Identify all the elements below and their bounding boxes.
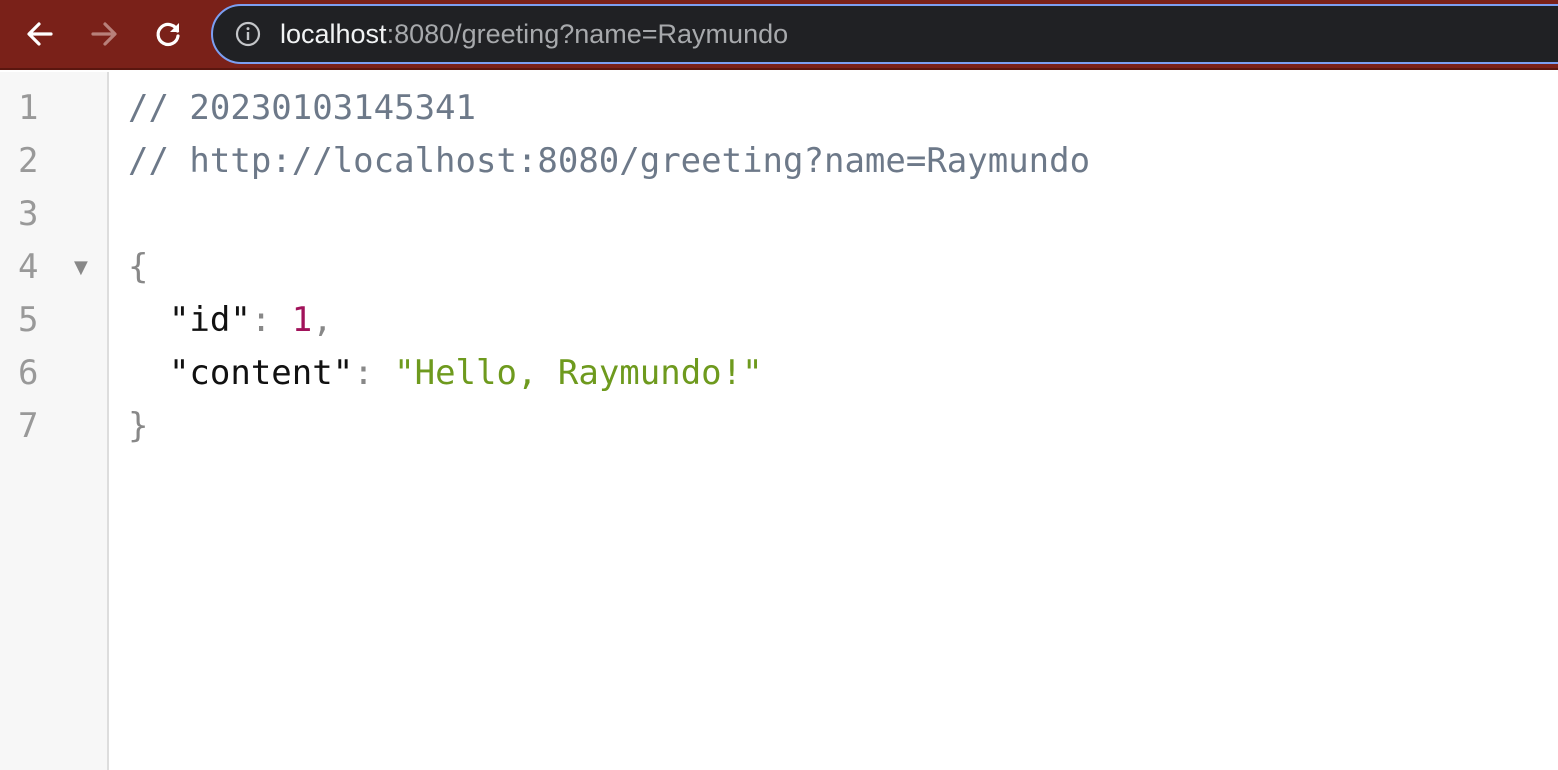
json-viewer: 1 2 3 4 ▼ 5 6 7 // 20230103145341 // htt… [0,72,1558,770]
json-string-value: "Hello, Raymundo!" [394,353,763,393]
json-colon: : [353,353,395,393]
address-bar[interactable]: localhost:8080/greeting?name=Raymundo [211,4,1558,64]
line-number: 3 [18,194,39,234]
line-number: 4 [18,247,39,287]
arrow-left-icon [27,22,53,46]
forward-button[interactable] [84,14,124,54]
open-brace: { [128,247,149,287]
reload-icon [156,22,180,47]
url-path: :8080/greeting?name=Raymundo [386,19,789,49]
comment-url: // http://localhost:8080/greeting?name=R… [128,141,1091,181]
line-number: 6 [18,353,39,393]
line-number: 1 [18,88,39,128]
info-icon[interactable] [235,21,261,47]
json-key: "id" [168,300,251,340]
reload-button[interactable] [148,14,188,54]
arrow-right-icon [91,22,117,46]
json-number-value: 1 [291,300,313,340]
json-colon: : [250,300,292,340]
json-key: "content" [168,353,354,393]
url-text[interactable]: localhost:8080/greeting?name=Raymundo [280,19,788,49]
browser-toolbar: localhost:8080/greeting?name=Raymundo [0,0,1558,70]
json-entry-content: "content": "Hello, Raymundo!" [128,347,763,400]
close-brace: } [128,406,149,446]
line-number: 5 [18,300,39,340]
back-button[interactable] [20,14,60,54]
url-host: localhost [280,19,387,49]
comment-timestamp: // 20230103145341 [128,88,476,128]
line-number: 2 [18,141,39,181]
line-number-gutter: 1 2 3 4 ▼ 5 6 7 [0,72,109,770]
line-number: 7 [18,406,39,446]
json-entry-id: "id": 1, [128,294,333,347]
fold-toggle-icon[interactable]: ▼ [74,257,88,278]
json-comma: , [312,300,333,340]
